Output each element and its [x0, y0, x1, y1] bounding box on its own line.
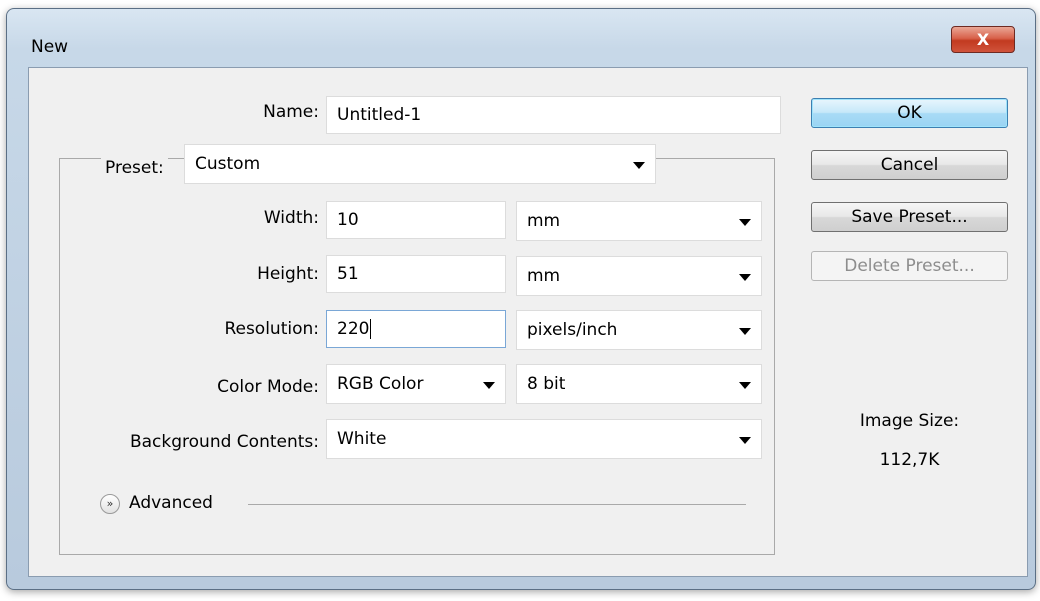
chevron-down-icon — [739, 382, 751, 389]
background-contents-select[interactable]: White — [326, 419, 762, 459]
width-unit-select[interactable]: mm — [516, 201, 762, 241]
color-mode-select[interactable]: RGB Color — [326, 364, 506, 404]
bit-depth-value: 8 bit — [527, 374, 566, 394]
cancel-button[interactable]: Cancel — [811, 150, 1008, 180]
dialog-body: Name: Untitled-1 Preset: Custom Width: 1… — [28, 67, 1028, 577]
width-unit-value: mm — [527, 211, 561, 231]
image-size-value: 112,7K — [879, 450, 940, 470]
delete-preset-button[interactable]: Delete Preset... — [811, 251, 1008, 281]
advanced-toggle[interactable]: Advanced — [129, 493, 213, 513]
width-label: Width: — [263, 208, 319, 228]
height-input[interactable]: 51 — [326, 255, 506, 293]
resolution-input[interactable]: 220 — [326, 310, 506, 348]
resolution-unit-value: pixels/inch — [527, 320, 618, 340]
chevron-down-icon — [483, 382, 495, 389]
ok-button[interactable]: OK — [811, 98, 1008, 128]
name-input[interactable]: Untitled-1 — [326, 96, 781, 134]
chevron-down-icon — [739, 437, 751, 444]
background-contents-value: White — [337, 429, 387, 449]
chevron-down-icon — [739, 274, 751, 281]
height-unit-select[interactable]: mm — [516, 256, 762, 296]
chevron-down-icon — [739, 219, 751, 226]
save-preset-button[interactable]: Save Preset... — [811, 202, 1008, 232]
image-size-label: Image Size: — [859, 411, 960, 431]
bit-depth-select[interactable]: 8 bit — [516, 364, 762, 404]
dialog-window: New X Name: Untitled-1 Preset: Custom Wi… — [6, 8, 1036, 590]
color-mode-value: RGB Color — [337, 374, 424, 394]
background-contents-label: Background Contents: — [129, 432, 319, 452]
resolution-unit-select[interactable]: pixels/inch — [516, 310, 762, 350]
chevron-down-icon — [739, 328, 751, 335]
advanced-divider — [248, 504, 746, 505]
chevron-down-icon — [633, 162, 645, 169]
name-label: Name: — [263, 102, 319, 122]
close-icon: X — [976, 30, 990, 49]
close-button[interactable]: X — [951, 26, 1015, 53]
double-chevron-down-icon[interactable]: » — [100, 494, 120, 514]
preset-label: Preset: — [101, 158, 168, 178]
resolution-label: Resolution: — [224, 319, 319, 339]
dialog-title: New — [31, 37, 69, 57]
resolution-value: 220 — [337, 319, 370, 339]
width-input[interactable]: 10 — [326, 201, 506, 239]
height-unit-value: mm — [527, 266, 561, 286]
preset-select[interactable]: Custom — [184, 144, 656, 184]
color-mode-label: Color Mode: — [217, 377, 319, 397]
text-caret — [370, 319, 372, 339]
preset-value: Custom — [195, 154, 261, 174]
height-label: Height: — [257, 264, 319, 284]
